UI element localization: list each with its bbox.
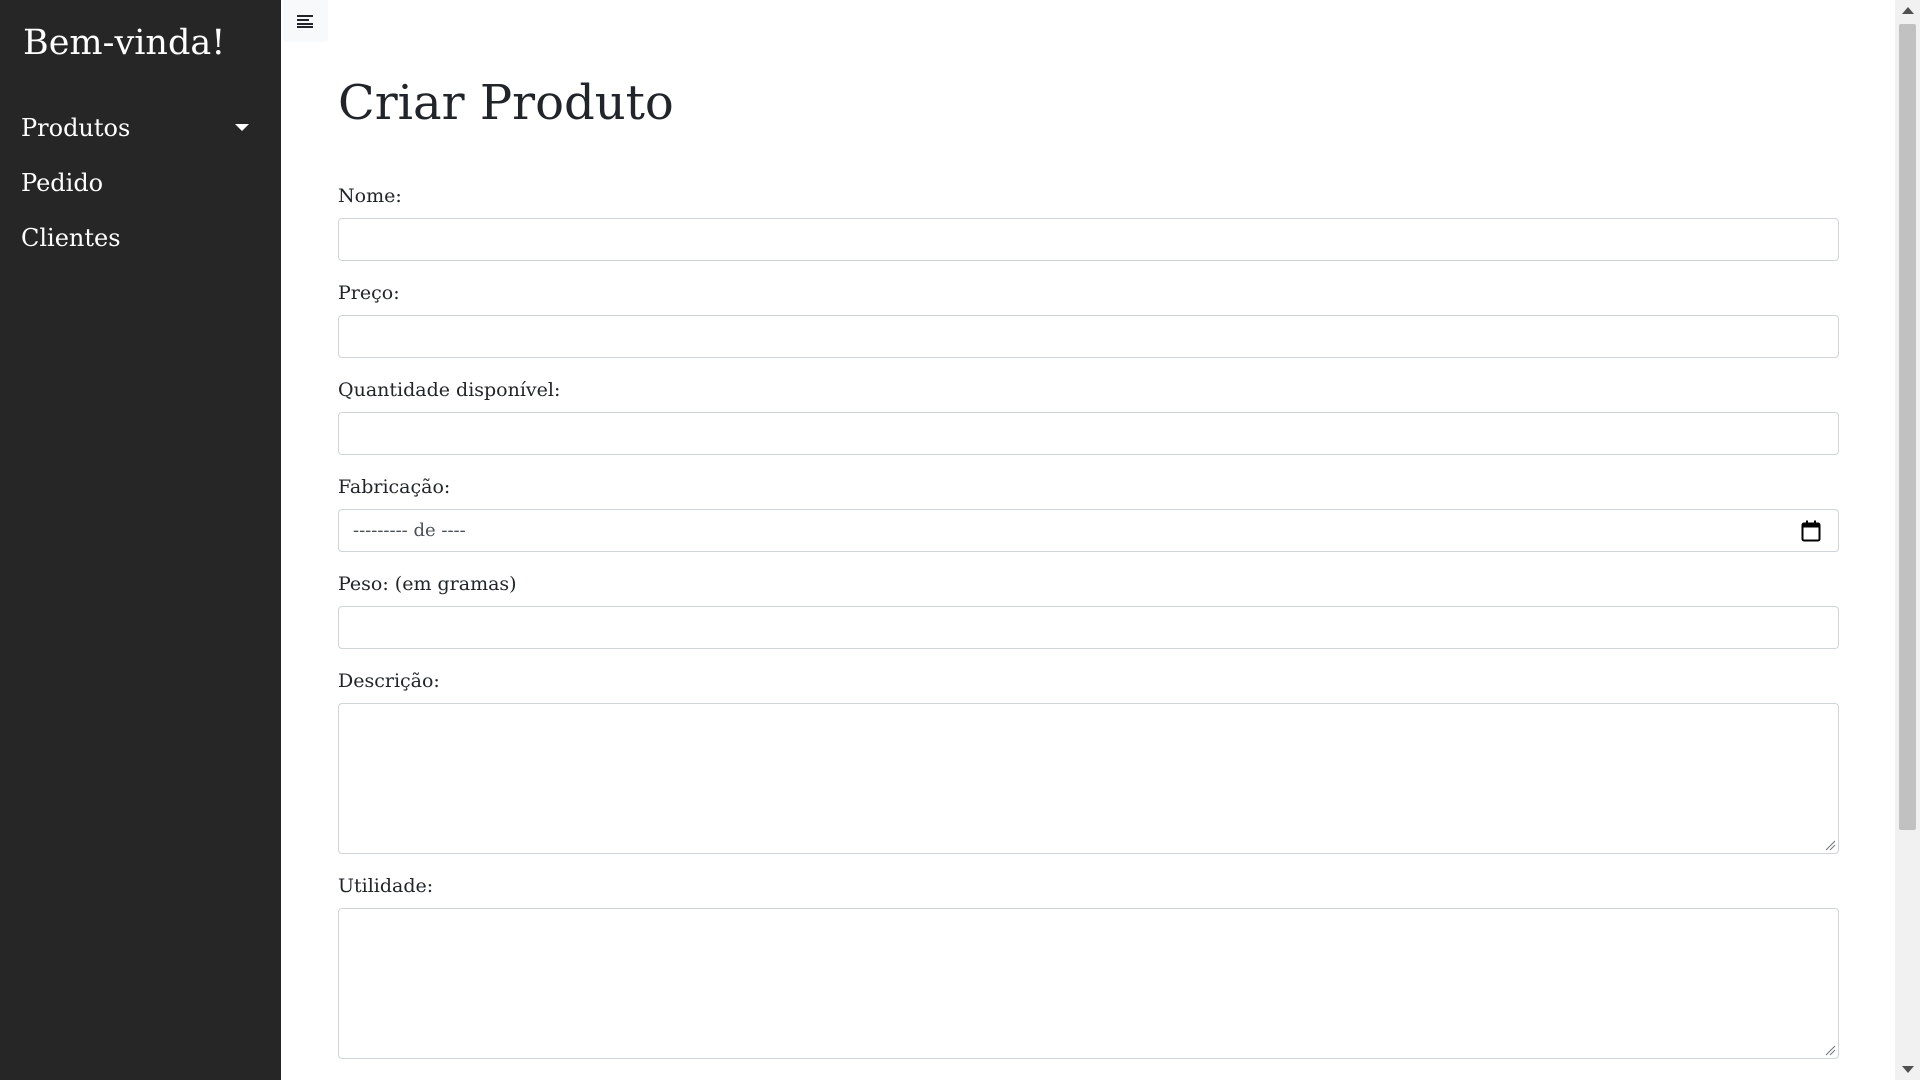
page-title: Criar Produto bbox=[338, 75, 674, 131]
preco-input[interactable] bbox=[338, 315, 1839, 358]
calendar-icon[interactable] bbox=[1801, 520, 1821, 542]
caret-down-icon bbox=[235, 124, 249, 131]
preco-label: Preço: bbox=[338, 282, 400, 304]
sidebar-item-label: Pedido bbox=[21, 169, 104, 197]
utilidade-label: Utilidade: bbox=[338, 875, 434, 897]
peso-label: Peso: (em gramas) bbox=[338, 573, 517, 595]
descricao-textarea[interactable] bbox=[338, 703, 1839, 854]
vertical-scrollbar[interactable] bbox=[1895, 0, 1920, 1080]
sidebar-nav: Produtos Pedido Clientes bbox=[0, 108, 281, 273]
nome-input[interactable] bbox=[338, 218, 1839, 261]
sidebar-toggle-button[interactable] bbox=[283, 0, 328, 42]
fabricacao-label: Fabricação: bbox=[338, 476, 451, 498]
menu-lines-icon bbox=[297, 15, 313, 28]
sidebar-item-label: Clientes bbox=[21, 224, 121, 252]
sidebar: Bem-vinda! Produtos Pedido Clientes bbox=[0, 0, 281, 1080]
scroll-up-arrow-icon[interactable] bbox=[1902, 7, 1914, 14]
sidebar-item-pedido[interactable]: Pedido bbox=[0, 163, 281, 218]
peso-input[interactable] bbox=[338, 606, 1839, 649]
quantidade-label: Quantidade disponível: bbox=[338, 379, 561, 401]
resize-grip-icon[interactable] bbox=[1824, 1044, 1836, 1056]
sidebar-item-produtos[interactable]: Produtos bbox=[0, 108, 281, 163]
scroll-thumb[interactable] bbox=[1899, 24, 1916, 830]
descricao-label: Descrição: bbox=[338, 670, 440, 692]
sidebar-brand: Bem-vinda! bbox=[23, 23, 226, 63]
utilidade-textarea[interactable] bbox=[338, 908, 1839, 1059]
resize-grip-icon[interactable] bbox=[1824, 839, 1836, 851]
quantidade-input[interactable] bbox=[338, 412, 1839, 455]
nome-label: Nome: bbox=[338, 185, 402, 207]
sidebar-item-label: Produtos bbox=[21, 114, 131, 142]
sidebar-item-clientes[interactable]: Clientes bbox=[0, 218, 281, 273]
date-placeholder: --------- de ---- bbox=[353, 520, 466, 541]
app-layout: Bem-vinda! Produtos Pedido Clientes Cria… bbox=[0, 0, 1920, 1080]
scroll-down-arrow-icon[interactable] bbox=[1902, 1066, 1914, 1073]
fabricacao-date-input[interactable]: --------- de ---- bbox=[338, 509, 1839, 552]
